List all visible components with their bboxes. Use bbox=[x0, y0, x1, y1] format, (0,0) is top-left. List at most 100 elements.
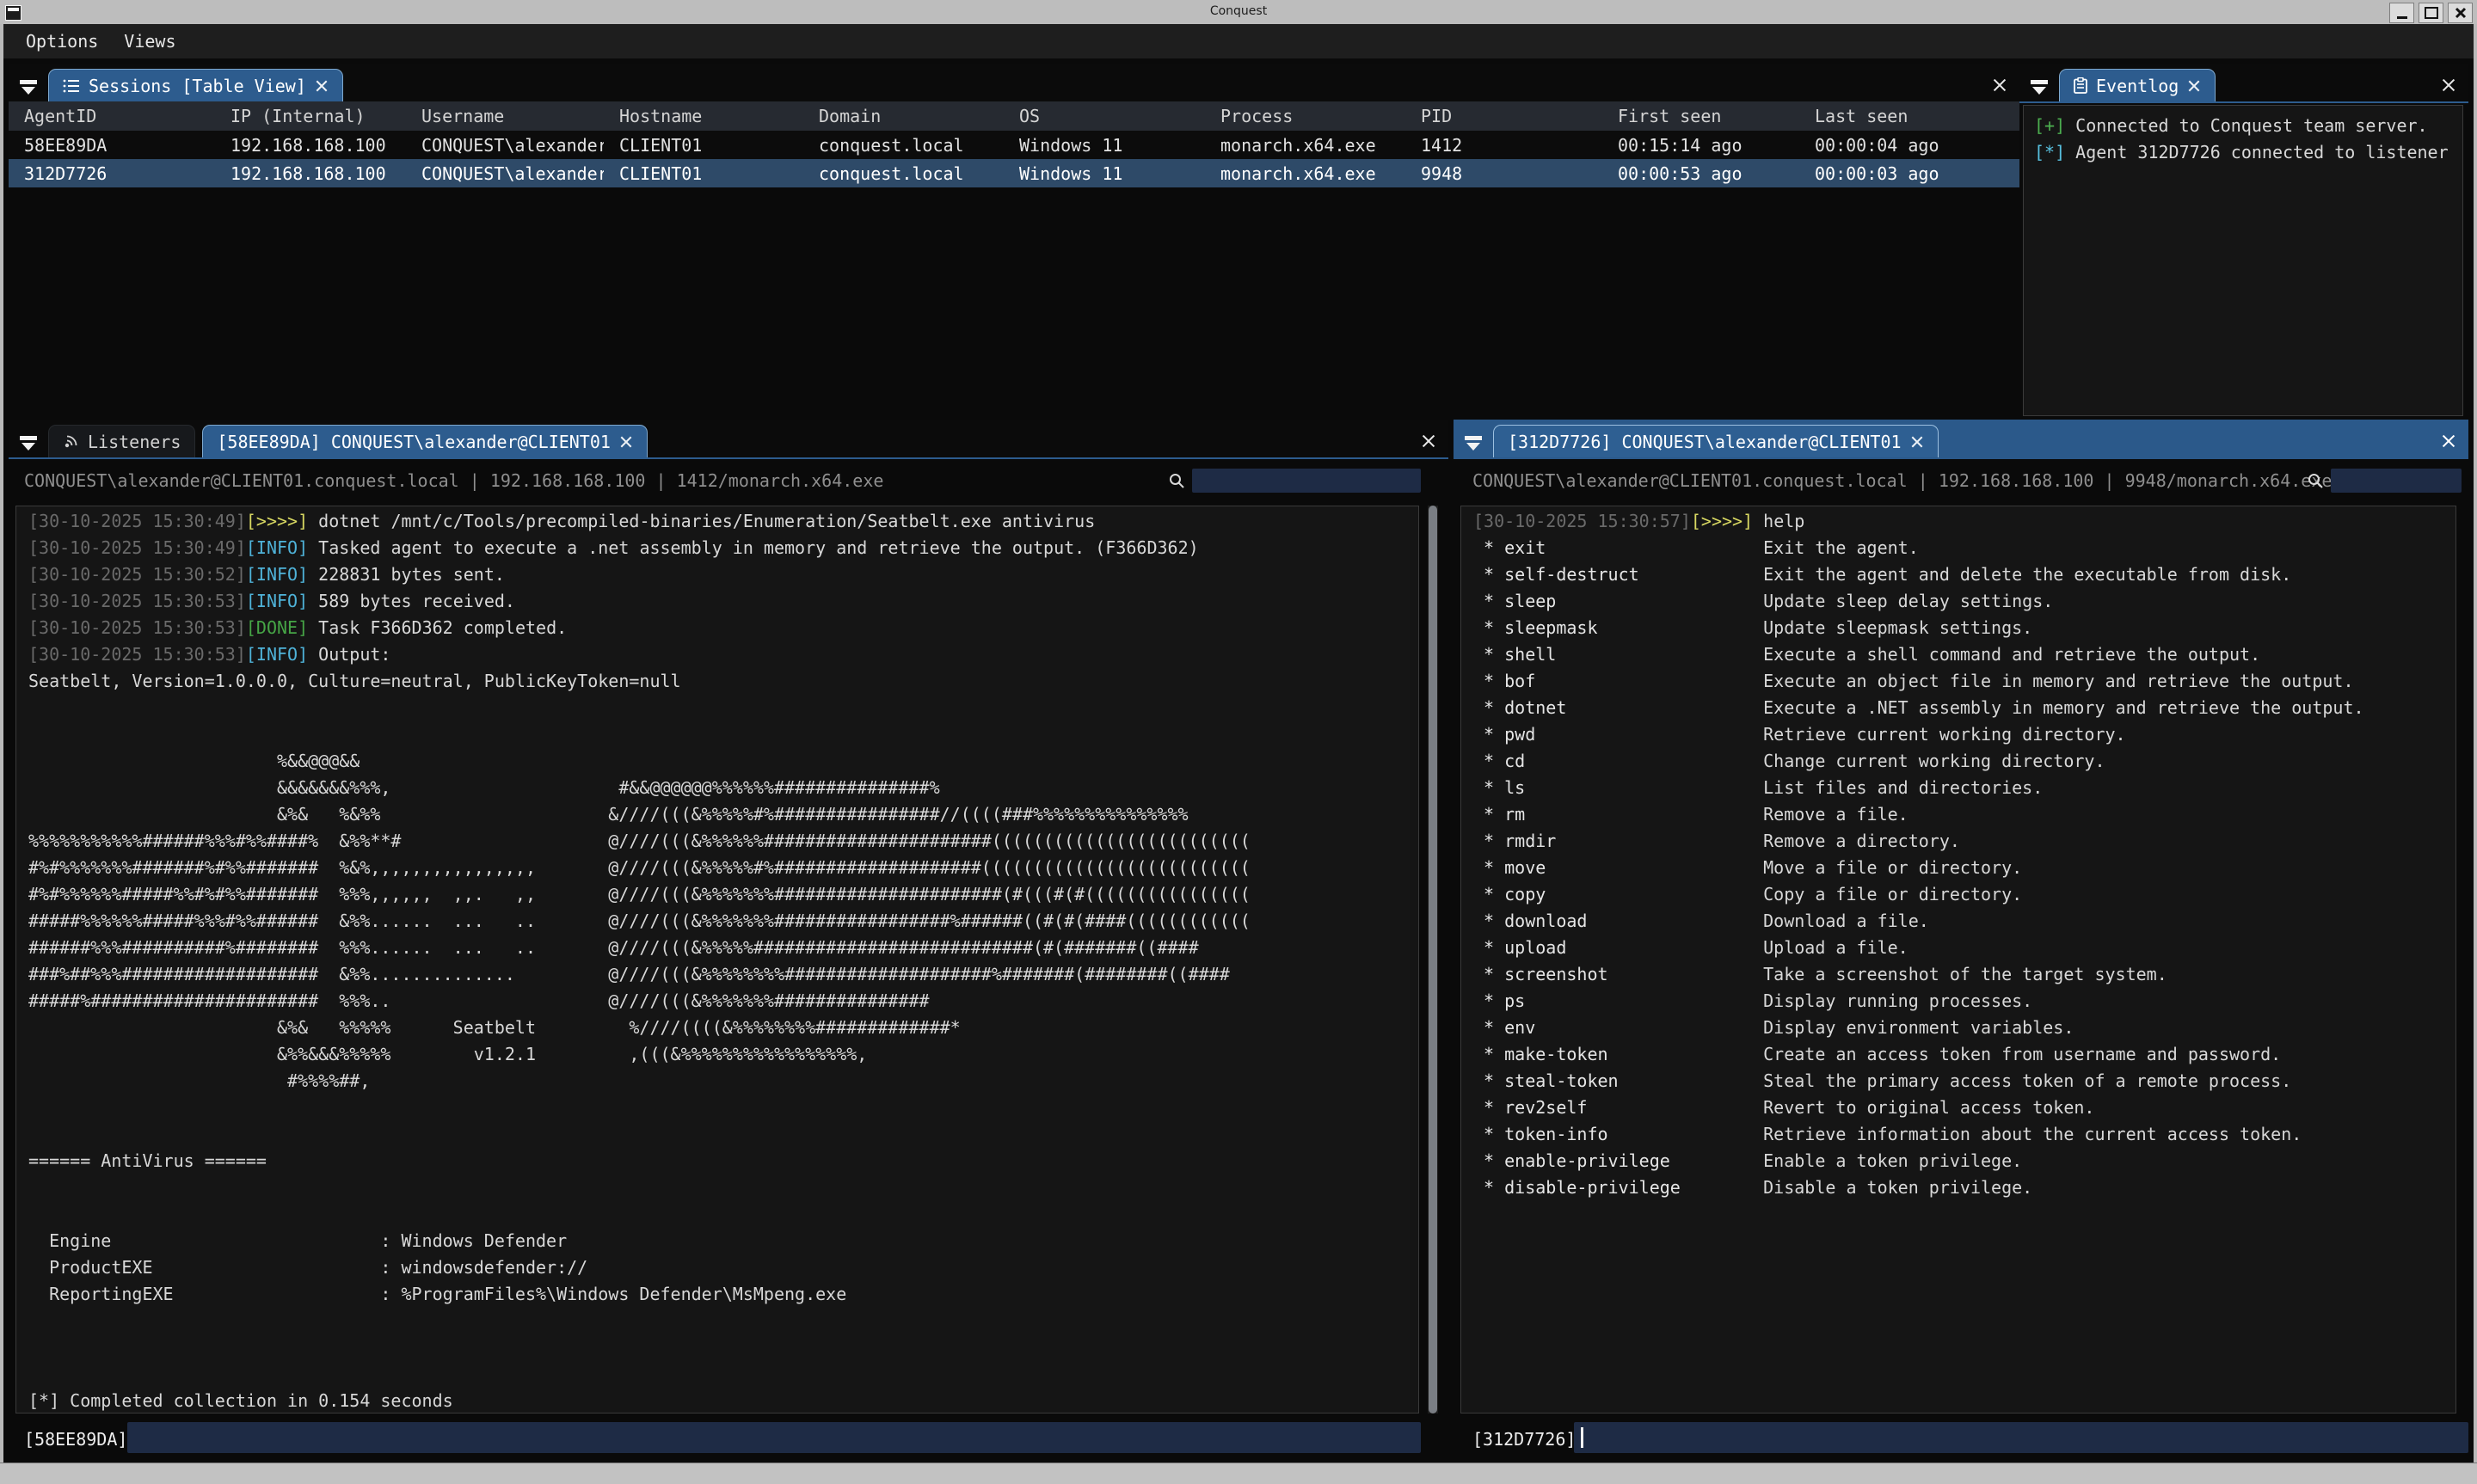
title-bar: Conquest bbox=[0, 0, 2477, 24]
command-input[interactable] bbox=[127, 1422, 1421, 1453]
search-input[interactable] bbox=[1192, 469, 1421, 493]
column-header[interactable]: Domain bbox=[803, 106, 1004, 126]
console-line: Seatbelt, Version=1.0.0.0, Culture=neutr… bbox=[28, 668, 1406, 695]
close-button[interactable] bbox=[2448, 3, 2473, 23]
console-line: * dotnetExecute a .NET assembly in memor… bbox=[1473, 695, 2443, 721]
console-line bbox=[28, 721, 1406, 748]
search-input[interactable] bbox=[2331, 469, 2462, 493]
close-tab-icon[interactable] bbox=[315, 79, 329, 93]
close-panel-icon[interactable] bbox=[2441, 77, 2456, 93]
search-icon bbox=[1168, 472, 1185, 489]
console-line bbox=[28, 1095, 1406, 1121]
panel-dropdown-icon[interactable] bbox=[19, 80, 38, 95]
left-console-output[interactable]: [30-10-2025 15:30:49][>>>>] dotnet /mnt/… bbox=[15, 506, 1419, 1413]
console-line: * envDisplay environment variables. bbox=[1473, 1015, 2443, 1041]
sessions-table-body: 58EE89DA192.168.168.100CONQUEST\alexande… bbox=[9, 131, 2019, 187]
column-header[interactable]: PID bbox=[1405, 106, 1602, 126]
tab-listeners[interactable]: Listeners bbox=[48, 425, 195, 457]
console-line: [*] Agent 312D7726 connected to listener bbox=[2034, 139, 2452, 166]
clipboard-icon bbox=[2074, 77, 2087, 94]
tab-agent-312D7726[interactable]: [312D7726] CONQUEST\alexander@CLIENT01 bbox=[1493, 425, 1939, 457]
console-line: * psDisplay running processes. bbox=[1473, 988, 2443, 1015]
console-line: * screenshotTake a screenshot of the tar… bbox=[1473, 961, 2443, 988]
tab-listeners-label: Listeners bbox=[88, 432, 181, 452]
console-line: * self-destructExit the agent and delete… bbox=[1473, 561, 2443, 588]
console-line: * downloadDownload a file. bbox=[1473, 908, 2443, 935]
console-line bbox=[28, 1361, 1406, 1388]
table-row[interactable]: 312D7726192.168.168.100CONQUEST\alexande… bbox=[9, 159, 2019, 187]
console-line: * sleepUpdate sleep delay settings. bbox=[1473, 588, 2443, 615]
column-header[interactable]: Username bbox=[406, 106, 604, 126]
close-tab-icon[interactable] bbox=[619, 435, 633, 449]
panel-dropdown-icon[interactable] bbox=[19, 436, 38, 451]
scrollbar[interactable] bbox=[1428, 506, 1438, 1413]
console-line: * steal-tokenSteal the primary access to… bbox=[1473, 1068, 2443, 1095]
close-tab-icon[interactable] bbox=[1910, 435, 1924, 449]
tab-sessions[interactable]: Sessions [Table View] bbox=[48, 69, 343, 101]
console-line: %&&@@@&& bbox=[28, 748, 1406, 775]
table-cell: 00:00:04 ago bbox=[1799, 135, 2014, 156]
eventlog-output[interactable]: [+] Connected to Conquest team server.[*… bbox=[2023, 105, 2463, 416]
menu-options[interactable]: Options bbox=[26, 31, 98, 52]
column-header[interactable]: Process bbox=[1205, 106, 1405, 126]
right-console-output[interactable]: [30-10-2025 15:30:57][>>>>] help * exitE… bbox=[1460, 506, 2456, 1413]
tab-agent-label: [58EE89DA] CONQUEST\alexander@CLIENT01 bbox=[217, 432, 611, 452]
close-panel-icon[interactable] bbox=[1421, 433, 1436, 449]
listener-signal-icon bbox=[63, 433, 79, 450]
minimize-icon bbox=[2397, 16, 2407, 19]
table-cell: 9948 bbox=[1405, 163, 1602, 184]
console-line: #%#%%%%%%%#######%#%%####### %&%,,,,,,,,… bbox=[28, 855, 1406, 881]
table-row[interactable]: 58EE89DA192.168.168.100CONQUEST\alexande… bbox=[9, 131, 2019, 159]
panel-dropdown-icon[interactable] bbox=[1464, 436, 1483, 451]
console-line: ###%##%%%################### &%%........… bbox=[28, 961, 1406, 988]
console-line: Engine : Windows Defender bbox=[28, 1228, 1406, 1254]
table-cell: CLIENT01 bbox=[604, 163, 803, 184]
console-line bbox=[28, 1174, 1406, 1201]
close-panel-icon[interactable] bbox=[2441, 433, 2456, 449]
console-line: * lsList files and directories. bbox=[1473, 775, 2443, 801]
tab-agent-58EE89DA[interactable]: [58EE89DA] CONQUEST\alexander@CLIENT01 bbox=[202, 425, 648, 457]
column-header[interactable]: IP (Internal) bbox=[215, 106, 406, 126]
table-cell: conquest.local bbox=[803, 163, 1004, 184]
table-cell: 00:00:53 ago bbox=[1602, 163, 1799, 184]
column-header[interactable]: OS bbox=[1004, 106, 1205, 126]
column-header[interactable]: First seen bbox=[1602, 106, 1799, 126]
command-input[interactable] bbox=[1574, 1422, 2468, 1453]
minimize-button[interactable] bbox=[2389, 3, 2414, 23]
agent-context-label: CONQUEST\alexander@CLIENT01.conquest.loc… bbox=[1454, 470, 2332, 491]
panel-dropdown-icon[interactable] bbox=[2030, 80, 2049, 95]
console-line: #%#%%%%%%#####%%#%#%%####### %%%,,,,,, ,… bbox=[28, 881, 1406, 908]
console-line: &%& %&%% &////(((&%%%%%#%###############… bbox=[28, 801, 1406, 828]
close-tab-icon[interactable] bbox=[2187, 79, 2201, 93]
prompt-label: [58EE89DA] bbox=[9, 1429, 127, 1450]
tab-eventlog-label: Eventlog bbox=[2096, 76, 2179, 96]
table-cell: 00:00:03 ago bbox=[1799, 163, 2014, 184]
column-header[interactable]: Hostname bbox=[604, 106, 803, 126]
console-line: ProductEXE : windowsdefender:// bbox=[28, 1254, 1406, 1281]
console-line: [30-10-2025 15:30:53][INFO] 589 bytes re… bbox=[28, 588, 1406, 615]
scrollbar-thumb[interactable] bbox=[1429, 506, 1437, 1413]
right-console-tab-bar: [312D7726] CONQUEST\alexander@CLIENT01 bbox=[1454, 420, 2468, 459]
console-line: * moveMove a file or directory. bbox=[1473, 855, 2443, 881]
conquest-window: Conquest Options Views Sessions [T bbox=[0, 0, 2477, 1484]
agent-console-312D7726: [312D7726] CONQUEST\alexander@CLIENT01 C… bbox=[1454, 420, 2468, 1460]
menu-views[interactable]: Views bbox=[124, 31, 175, 52]
console-line: * copyCopy a file or directory. bbox=[1473, 881, 2443, 908]
window-frame bbox=[0, 1463, 2477, 1484]
prompt-label: [312D7726] bbox=[1454, 1429, 1576, 1450]
console-line: * token-infoRetrieve information about t… bbox=[1473, 1121, 2443, 1148]
maximize-button[interactable] bbox=[2419, 3, 2443, 23]
close-panel-icon[interactable] bbox=[1992, 77, 2007, 93]
column-header[interactable]: AgentID bbox=[9, 106, 215, 126]
tab-sessions-label: Sessions [Table View] bbox=[89, 76, 306, 96]
console-line: [30-10-2025 15:30:53][DONE] Task F366D36… bbox=[28, 615, 1406, 641]
tab-eventlog[interactable]: Eventlog bbox=[2059, 69, 2216, 101]
console-line: &&&&&&&%%%, #&&@@@@@@%%%%%%#############… bbox=[28, 775, 1406, 801]
console-line: * rev2selfRevert to original access toke… bbox=[1473, 1095, 2443, 1121]
table-cell: Windows 11 bbox=[1004, 135, 1205, 156]
maximize-icon bbox=[2425, 7, 2438, 19]
console-line bbox=[28, 1334, 1406, 1361]
column-header[interactable]: Last seen bbox=[1799, 106, 2014, 126]
console-line: #####%###################### %%%.. @////… bbox=[28, 988, 1406, 1015]
table-cell: 192.168.168.100 bbox=[215, 135, 406, 156]
